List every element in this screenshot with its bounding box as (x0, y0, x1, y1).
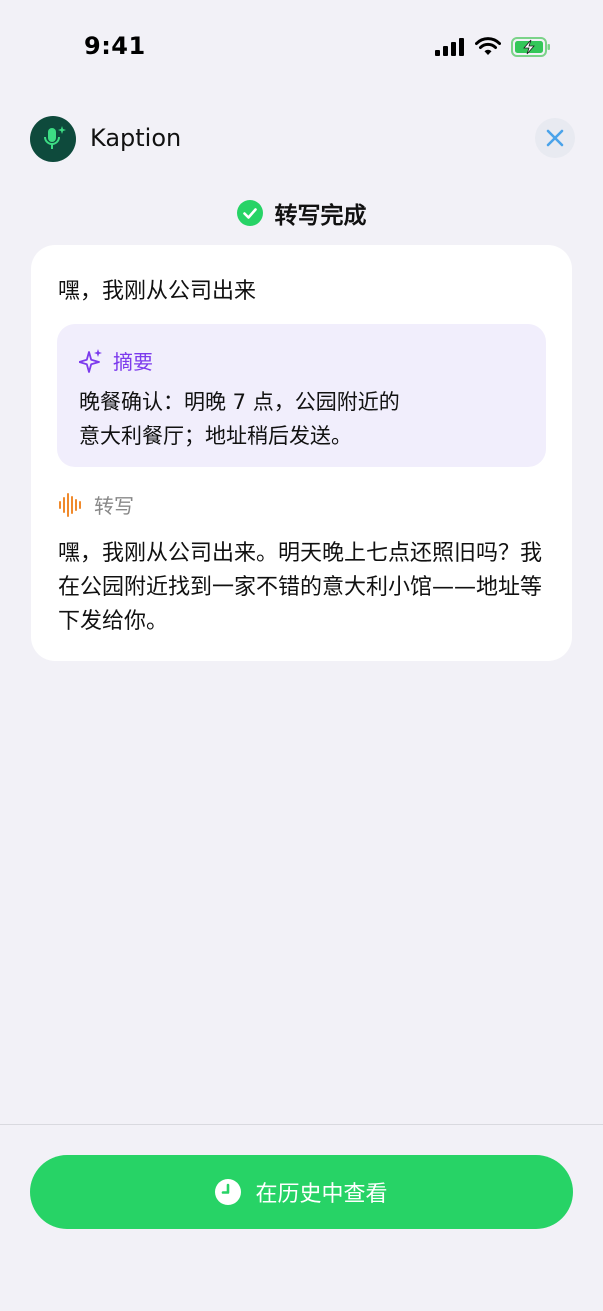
microphone-sparkle-icon (44, 126, 66, 149)
waveform-icon (59, 492, 81, 517)
battery-charging-icon (511, 37, 550, 57)
status-time: 9:41 (84, 32, 146, 60)
transcript-header: 转写 (58, 490, 134, 519)
status-bar: 9:41 (0, 0, 603, 96)
summary-header: 摘要 (79, 346, 153, 375)
sparkles-icon (79, 348, 102, 373)
app-logo (30, 116, 76, 162)
transcript-label: 转写 (94, 494, 134, 518)
transcription-status: 转写完成 (0, 196, 603, 230)
summary-text: 晚餐确认：明晚 7 点，公园附近的 意大利餐厅；地址稍后发送。 (79, 390, 400, 448)
view-in-history-label: 在历史中查看 (255, 1182, 388, 1207)
close-icon (546, 129, 564, 147)
summary-box: 摘要 晚餐确认：明晚 7 点，公园附近的 意大利餐厅；地址稍后发送。 (57, 324, 546, 467)
wifi-icon (475, 37, 501, 55)
footer-divider (0, 1124, 603, 1125)
app-header: Kaption (0, 112, 603, 168)
transcription-card: 嘿，我刚从公司出来 摘要 晚餐确认：明晚 7 点，公园附近的 意大利餐厅；地址稍… (31, 245, 572, 661)
cellular-signal-icon (435, 38, 464, 56)
transcript-text: 嘿，我刚从公司出来。明天晚上七点还照旧吗？我在公园附近找到一家不错的意大利小馆—… (58, 541, 543, 634)
checkmark-circle-icon (236, 200, 263, 226)
app-name: Kaption (90, 124, 182, 152)
clock-icon (215, 1179, 242, 1205)
status-icons (435, 37, 551, 57)
status-label: 转写完成 (274, 203, 367, 229)
card-title: 嘿，我刚从公司出来 (58, 279, 257, 304)
close-button[interactable] (535, 118, 575, 158)
summary-label: 摘要 (113, 350, 153, 374)
view-in-history-button[interactable]: 在历史中查看 (30, 1155, 573, 1229)
